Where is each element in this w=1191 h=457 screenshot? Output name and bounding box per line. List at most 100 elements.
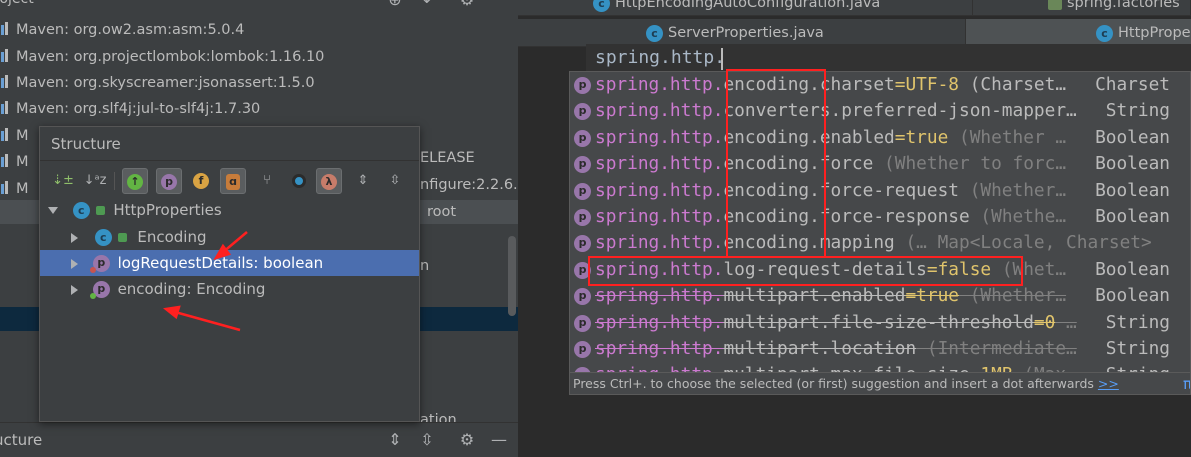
completion-item-hint: (Intermediate… <box>916 338 1077 359</box>
property-icon: p <box>574 156 591 174</box>
tree-item-label: M <box>16 181 29 197</box>
structure-item-label: HttpProperties <box>113 201 222 219</box>
background-text-fragment: ELEASE <box>420 150 475 166</box>
completion-item-default: =UTF-8 <box>894 74 959 95</box>
completion-item-prefix: spring.http. <box>595 285 724 307</box>
completion-item-key: multipart.enabled <box>723 285 906 307</box>
completion-item-hint: … <box>1055 311 1077 333</box>
sort-by-visibility-icon[interactable]: ⇣± <box>50 168 76 194</box>
completion-item-type: String <box>1099 309 1170 336</box>
completion-item-prefix: spring.http. <box>595 311 724 333</box>
completion-item-hint: (Charset… <box>959 74 1067 95</box>
completion-item[interactable]: p spring.http.encoding.force-response (Wh… <box>570 204 1190 230</box>
property-icon: p <box>89 255 110 273</box>
completion-item[interactable]: p spring.http.multipart.location (Interme… <box>570 336 1190 362</box>
completion-item-type: String <box>1099 336 1170 362</box>
completion-item-type: Charset <box>1089 72 1170 98</box>
chevron-right-icon[interactable] <box>71 258 78 269</box>
completion-footer-more-link[interactable]: >> <box>1098 376 1119 391</box>
annotation-box-log-request-details <box>588 256 1023 286</box>
show-anonymous-icon[interactable]: ⑂ <box>254 168 280 194</box>
completion-item[interactable]: p spring.http.encoding.charset=UTF-8 (Cha… <box>570 72 1190 98</box>
completion-item-text: spring.http.encoding.mapping (… Map<Loca… <box>595 230 1152 256</box>
pi-icon[interactable]: π <box>1183 373 1190 394</box>
structure-item-label: logRequestDetails: boolean <box>117 254 324 272</box>
hide-icon[interactable]: — <box>490 431 508 449</box>
completion-item[interactable]: p spring.http.multipart.enabled=true (Whe… <box>570 283 1190 310</box>
structure-item-property-selected[interactable]: p logRequestDetails: boolean <box>40 250 419 276</box>
tab-spring-factories[interactable]: spring.factories <box>973 0 1191 15</box>
gear-icon[interactable]: ⚙ <box>458 431 476 449</box>
completion-item-type: Boolean <box>1089 151 1170 178</box>
completion-item[interactable]: p spring.http.converters.preferred-json-m… <box>570 98 1190 125</box>
sort-alphabetically-icon[interactable]: ↓ᵃz <box>82 168 108 194</box>
completion-footer: Press Ctrl+. to choose the selected (or … <box>570 372 1190 394</box>
tab-server-properties[interactable]: c ServerProperties.java <box>518 19 966 46</box>
project-panel-scrollbar[interactable] <box>508 236 516 316</box>
editor-tab-row-2: c ServerProperties.java c HttpPrope <box>518 19 1191 47</box>
locate-file-icon[interactable]: ⊕ <box>386 0 404 9</box>
completion-item[interactable]: p spring.http.multipart.file-size-thresho… <box>570 309 1190 336</box>
structure-toolbar: ⇣± ↓ᵃz ↑ p f ɑ ⑂ λ ⇕ ⇳ <box>40 162 419 198</box>
show-non-public-icon[interactable]: ɑ <box>220 168 246 194</box>
structure-popup-title: Structure <box>40 127 419 161</box>
show-lambdas-icon[interactable]: λ <box>316 168 342 194</box>
editor-tab-row-1: c HttpEncodingAutoConfiguration.java spri… <box>518 0 1191 16</box>
show-properties-icon[interactable]: p <box>156 168 182 194</box>
expand-all-icon[interactable]: ⇕ <box>350 168 376 194</box>
show-fields-icon[interactable]: f <box>188 168 214 194</box>
chevron-right-icon[interactable] <box>71 232 78 243</box>
hide-icon[interactable]: — <box>490 0 508 7</box>
completion-item-hint: (Whether… <box>958 179 1067 201</box>
class-icon: c <box>1096 24 1113 42</box>
tab-http-encoding-auto-configuration[interactable]: c HttpEncodingAutoConfiguration.java <box>518 0 973 15</box>
tree-item-label: Maven: org.projectlombok:lombok:1.16.10 <box>16 49 325 65</box>
completion-item-type: String <box>1099 98 1170 125</box>
chevron-right-icon[interactable] <box>71 284 78 295</box>
show-inherited-icon[interactable]: ↑ <box>122 168 148 194</box>
chevron-down-icon[interactable] <box>48 207 58 214</box>
completion-item[interactable]: p spring.http.encoding.force (Whether to … <box>570 151 1190 178</box>
library-icon <box>0 74 11 88</box>
tree-item-library[interactable]: Maven: org.skyscreamer:jsonassert:1.5.0 <box>0 70 315 96</box>
tab-http-properties[interactable]: c HttpPrope <box>966 19 1191 46</box>
lock-icon <box>95 206 105 215</box>
structure-item-inner-class[interactable]: c Encoding <box>40 224 419 250</box>
tree-item-library[interactable]: Maven: org.ow2.asm:asm:5.0.4 <box>0 17 244 43</box>
completion-item[interactable]: p spring.http.encoding.enabled=true (Whet… <box>570 124 1190 151</box>
tree-item-library[interactable]: Maven: org.projectlombok:lombok:1.16.10 <box>0 44 324 70</box>
completion-item-key: multipart.file-size-threshold <box>723 311 1034 333</box>
tree-item-library[interactable]: M <box>0 123 29 149</box>
completion-item-key: multipart.location <box>723 338 917 359</box>
completion-item-hint: (Whether … <box>948 126 1067 148</box>
completion-item-text: spring.http.multipart.enabled=true (Whet… <box>595 283 1066 309</box>
background-text-fragment: nfigure:2.2.6.I <box>420 177 518 193</box>
library-icon <box>0 100 11 114</box>
completion-popup: p spring.http.encoding.charset=UTF-8 (Cha… <box>569 71 1191 395</box>
property-icon: p <box>574 209 591 226</box>
completion-item-text: spring.http.encoding.enabled=true (Wheth… <box>595 125 1066 151</box>
class-icon: c <box>646 24 663 42</box>
completion-item-text: spring.http.encoding.force (Whether to f… <box>595 151 1066 177</box>
code-line[interactable]: spring.http. <box>595 47 725 68</box>
completion-item-prefix: spring.http. <box>595 232 724 254</box>
structure-item-class[interactable]: c HttpProperties <box>40 197 419 223</box>
gear-icon[interactable]: ⚙ <box>458 0 476 9</box>
completion-item-prefix: spring.http. <box>595 206 724 227</box>
tree-item-library[interactable]: M <box>0 149 29 175</box>
structure-item-property[interactable]: p encoding: Encoding <box>40 276 419 302</box>
class-icon: c <box>94 229 112 246</box>
completion-item[interactable]: p spring.http.encoding.mapping (… Map<Loc… <box>570 230 1190 256</box>
collapse-all-icon[interactable]: ⇳ <box>382 168 408 194</box>
completion-item-text: spring.http.converters.preferred-json-ma… <box>595 98 1077 124</box>
tree-item-library[interactable]: Maven: org.slf4j:jul-to-slf4j:1.7.30 <box>0 96 260 122</box>
library-icon <box>0 21 11 35</box>
properties-file-icon <box>1048 0 1062 10</box>
completion-item[interactable]: p spring.http.encoding.force-request (Whe… <box>570 177 1190 204</box>
show-lambdas-circle-icon[interactable] <box>286 168 312 194</box>
tree-item-library[interactable]: M <box>0 176 29 202</box>
collapse-icon[interactable]: ⇟ <box>418 0 436 7</box>
collapse-all-icon[interactable]: ⇳ <box>418 431 436 449</box>
expand-all-icon[interactable]: ⇕ <box>386 431 404 449</box>
completion-item-text: spring.http.encoding.force-request (Whet… <box>595 178 1066 204</box>
